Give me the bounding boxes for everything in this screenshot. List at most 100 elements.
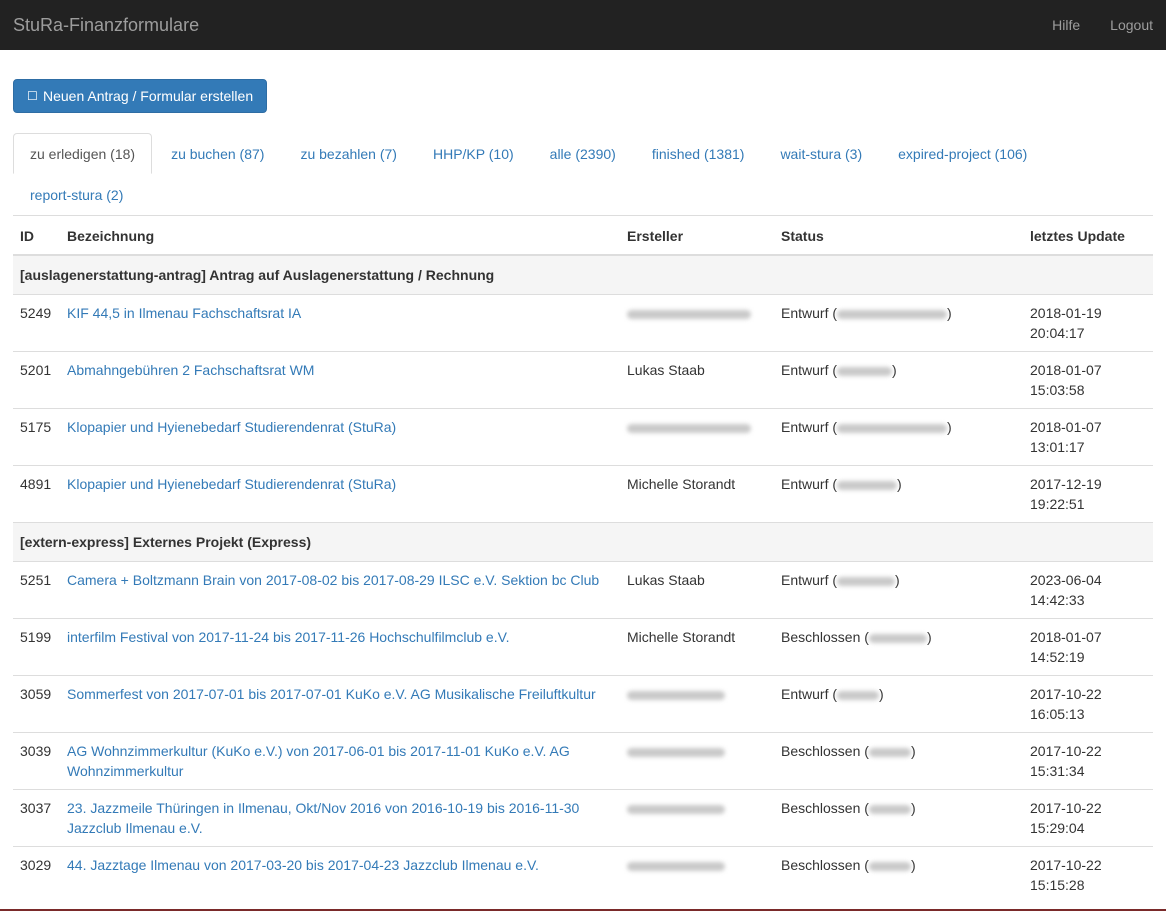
update-time: 13:01:17 xyxy=(1030,439,1085,455)
row-last-update: 2017-10-22 16:05:13 xyxy=(1023,675,1153,733)
status-text: Beschlossen xyxy=(781,629,861,645)
tab-7[interactable]: expired-project (106) xyxy=(881,133,1044,174)
main-content: ☐ Neuen Antrag / Formular erstellen zu e… xyxy=(0,50,1166,903)
status-text: Beschlossen xyxy=(781,857,861,873)
table-row: 5199 interfilm Festival von 2017-11-24 bi… xyxy=(13,618,1153,676)
row-creator xyxy=(620,408,774,466)
group-title: [auslagenerstattung-antrag] Antrag auf A… xyxy=(13,254,1153,295)
table-row: 3039 AG Wohnzimmerkultur (KuKo e.V.) von … xyxy=(13,732,1153,790)
update-date: 2018-01-07 xyxy=(1030,362,1102,378)
status-text: Beschlossen xyxy=(781,800,861,816)
table-row: 5251 Camera + Boltzmann Brain von 2017-08… xyxy=(13,561,1153,619)
tab-2[interactable]: zu bezahlen (7) xyxy=(283,133,414,174)
forms-table: ID Bezeichnung Ersteller Status letztes … xyxy=(13,216,1153,903)
row-status: Entwurf () xyxy=(774,351,1023,409)
row-name-link[interactable]: Camera + Boltzmann Brain von 2017-08-02 … xyxy=(67,572,599,588)
row-id: 4891 xyxy=(13,465,60,523)
row-name-link[interactable]: 44. Jazztage Ilmenau von 2017-03-20 bis … xyxy=(67,857,539,873)
row-name-cell: 44. Jazztage Ilmenau von 2017-03-20 bis … xyxy=(60,846,620,903)
navbar: StuRa-Finanzformulare Hilfe Logout xyxy=(0,0,1166,50)
redacted-status-user xyxy=(837,576,896,586)
table-body: [auslagenerstattung-antrag] Antrag auf A… xyxy=(13,254,1153,903)
tab-6[interactable]: wait-stura (3) xyxy=(763,133,879,174)
row-name-cell: Abmahngebühren 2 Fachschaftsrat WM xyxy=(60,351,620,409)
row-status: Entwurf () xyxy=(774,294,1023,352)
row-id: 5201 xyxy=(13,351,60,409)
redacted-status-user xyxy=(837,480,898,490)
update-time: 20:04:17 xyxy=(1030,325,1085,341)
header-status: Status xyxy=(774,216,1023,256)
row-name-link[interactable]: interfilm Festival von 2017-11-24 bis 20… xyxy=(67,629,510,645)
table-header-row: ID Bezeichnung Ersteller Status letztes … xyxy=(13,216,1153,256)
row-name-link[interactable]: Klopapier und Hyienebedarf Studierendenr… xyxy=(67,476,396,492)
update-date: 2017-12-19 xyxy=(1030,476,1102,492)
redacted-status-user xyxy=(868,633,927,643)
logout-link[interactable]: Logout xyxy=(1110,17,1153,33)
redacted-status-user xyxy=(868,861,911,871)
navbar-links: Hilfe Logout xyxy=(1052,17,1153,33)
row-last-update: 2018-01-07 15:03:58 xyxy=(1023,351,1153,409)
update-date: 2017-10-22 xyxy=(1030,857,1102,873)
row-creator xyxy=(620,294,774,352)
row-name-cell: AG Wohnzimmerkultur (KuKo e.V.) von 2017… xyxy=(60,732,620,790)
row-creator: Lukas Staab xyxy=(620,351,774,409)
row-name-cell: KIF 44,5 in Ilmenau Fachschaftsrat IA xyxy=(60,294,620,352)
group-title: [extern-express] Externes Projekt (Expre… xyxy=(13,522,1153,562)
plus-icon: ☐ xyxy=(27,89,38,103)
creator-name: Michelle Storandt xyxy=(627,476,736,492)
redacted-creator xyxy=(627,861,725,871)
redacted-status-user xyxy=(837,309,948,319)
row-id: 3029 xyxy=(13,846,60,903)
row-status: Beschlossen () xyxy=(774,732,1023,790)
redacted-status-user xyxy=(837,423,948,433)
row-status: Entwurf () xyxy=(774,408,1023,466)
row-id: 5249 xyxy=(13,294,60,352)
row-name-link[interactable]: 23. Jazzmeile Thüringen in Ilmenau, Okt/… xyxy=(67,800,579,836)
redacted-status-user xyxy=(868,747,911,757)
row-name-cell: 23. Jazzmeile Thüringen in Ilmenau, Okt/… xyxy=(60,789,620,847)
tab-0[interactable]: zu erledigen (18) xyxy=(13,133,153,174)
row-name-cell: Klopapier und Hyienebedarf Studierendenr… xyxy=(60,465,620,523)
row-creator: Lukas Staab xyxy=(620,561,774,619)
status-text: Entwurf xyxy=(781,362,829,378)
row-name-link[interactable]: KIF 44,5 in Ilmenau Fachschaftsrat IA xyxy=(67,305,301,321)
row-name-link[interactable]: Sommerfest von 2017-07-01 bis 2017-07-01… xyxy=(67,686,596,702)
update-time: 19:22:51 xyxy=(1030,496,1085,512)
tab-4[interactable]: alle (2390) xyxy=(533,133,633,174)
update-date: 2017-10-22 xyxy=(1030,800,1102,816)
row-last-update: 2017-10-22 15:31:34 xyxy=(1023,732,1153,790)
row-creator: Michelle Storandt xyxy=(620,465,774,523)
brand-title[interactable]: StuRa-Finanzformulare xyxy=(13,15,199,36)
table-row: 4891 Klopapier und Hyienebedarf Studieren… xyxy=(13,465,1153,523)
tab-1[interactable]: zu buchen (87) xyxy=(154,133,281,174)
update-time: 16:05:13 xyxy=(1030,706,1085,722)
redacted-status-user xyxy=(837,366,893,376)
tab-5[interactable]: finished (1381) xyxy=(635,133,762,174)
update-date: 2018-01-07 xyxy=(1030,629,1102,645)
status-text: Entwurf xyxy=(781,419,829,435)
row-last-update: 2017-10-22 15:29:04 xyxy=(1023,789,1153,847)
new-request-button[interactable]: ☐ Neuen Antrag / Formular erstellen xyxy=(13,79,268,113)
row-creator: Michelle Storandt xyxy=(620,618,774,676)
row-name-link[interactable]: Abmahngebühren 2 Fachschaftsrat WM xyxy=(67,362,314,378)
tab-3[interactable]: HHP/KP (10) xyxy=(416,133,531,174)
update-time: 14:52:19 xyxy=(1030,649,1085,665)
creator-name: Lukas Staab xyxy=(627,362,705,378)
help-link[interactable]: Hilfe xyxy=(1052,17,1080,33)
tab-8[interactable]: report-stura (2) xyxy=(13,174,140,215)
row-id: 5199 xyxy=(13,618,60,676)
row-creator xyxy=(620,789,774,847)
update-time: 15:31:34 xyxy=(1030,763,1085,779)
row-status: Beschlossen () xyxy=(774,618,1023,676)
row-last-update: 2017-12-19 19:22:51 xyxy=(1023,465,1153,523)
row-id: 5175 xyxy=(13,408,60,466)
row-last-update: 2023-06-04 14:42:33 xyxy=(1023,561,1153,619)
row-id: 3039 xyxy=(13,732,60,790)
group-row: [extern-express] Externes Projekt (Expre… xyxy=(13,522,1153,562)
row-name-link[interactable]: AG Wohnzimmerkultur (KuKo e.V.) von 2017… xyxy=(67,743,570,779)
row-last-update: 2017-10-22 15:15:28 xyxy=(1023,846,1153,903)
row-name-cell: interfilm Festival von 2017-11-24 bis 20… xyxy=(60,618,620,676)
row-name-link[interactable]: Klopapier und Hyienebedarf Studierendenr… xyxy=(67,419,396,435)
row-creator xyxy=(620,732,774,790)
row-last-update: 2018-01-19 20:04:17 xyxy=(1023,294,1153,352)
